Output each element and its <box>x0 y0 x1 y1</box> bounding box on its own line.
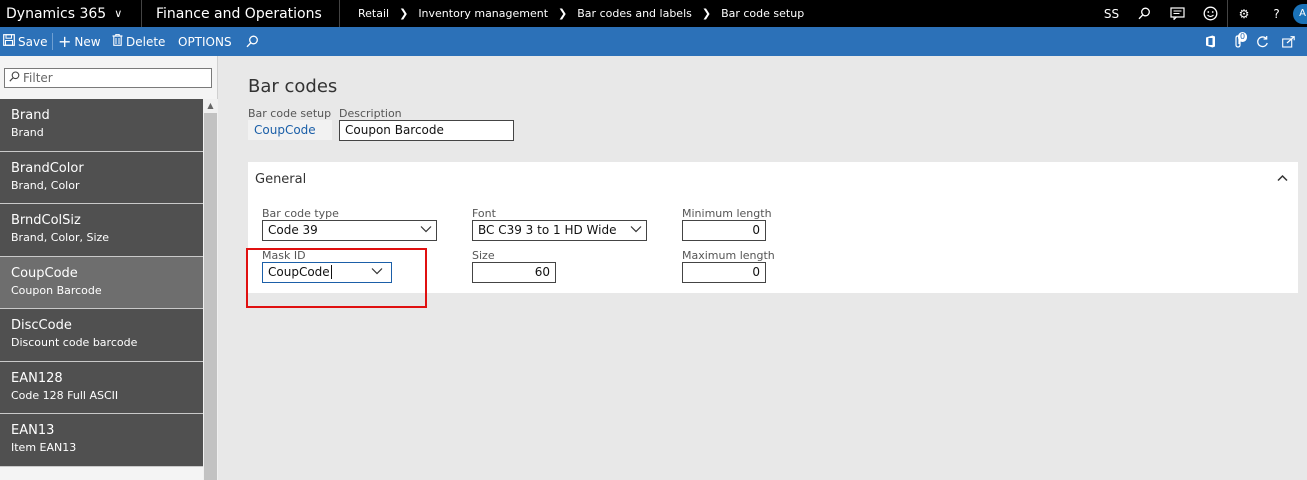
save-label: Save <box>18 34 48 49</box>
list-item-title: BrandColor <box>11 160 84 176</box>
description-field[interactable]: Coupon Barcode <box>339 120 514 141</box>
general-header[interactable]: General <box>255 172 306 187</box>
attachment-icon[interactable]: 0 <box>1228 27 1248 56</box>
delete-label: Delete <box>126 34 166 49</box>
breadcrumb-item[interactable]: Bar code setup <box>721 7 804 20</box>
smiley-feedback-icon[interactable] <box>1194 0 1227 27</box>
list-item-subtitle: Code 128 Full ASCII <box>11 388 119 402</box>
list-item[interactable]: DiscCode Discount code barcode <box>0 309 203 362</box>
size-label: Size <box>472 249 495 262</box>
chevron-down-icon: ∨ <box>114 7 123 20</box>
list-item[interactable]: EAN13 Item EAN13 <box>0 414 203 467</box>
breadcrumb-item[interactable]: Retail <box>358 7 389 20</box>
list-item-title: CoupCode <box>11 265 78 281</box>
refresh-icon[interactable] <box>1252 27 1272 56</box>
app-name[interactable]: Finance and Operations <box>142 0 340 27</box>
options-button[interactable]: OPTIONS <box>178 27 232 56</box>
page-title: Bar codes <box>248 76 338 97</box>
font-value: BC C39 3 to 1 HD Wide <box>478 223 617 237</box>
list-item-subtitle: Discount code barcode <box>11 336 138 349</box>
list-pane: Filter Brand Brand BrandColor Brand, Col… <box>0 56 218 480</box>
barcode-type-dropdown[interactable]: Code 39 <box>262 220 437 241</box>
list-item-title: Brand <box>11 108 50 123</box>
maximum-length-field[interactable]: 0 <box>682 262 766 283</box>
minimum-length-label: Minimum length <box>682 207 772 220</box>
description-label: Description <box>339 107 402 120</box>
list-item[interactable]: Brand Brand <box>0 99 203 152</box>
gear-icon[interactable]: ⚙ <box>1227 0 1260 27</box>
font-label: Font <box>472 207 496 220</box>
chevron-up-icon[interactable] <box>1277 171 1288 185</box>
list-item-title: DiscCode <box>11 318 72 333</box>
details-pane: Bar codes Bar code setup CoupCode Descri… <box>219 56 1307 480</box>
search-icon <box>9 71 20 85</box>
new-label: New <box>74 34 101 49</box>
breadcrumb: Retail ❯ Inventory management ❯ Bar code… <box>358 0 804 27</box>
topbar-actions: SS ⚙ ? A <box>1095 0 1307 27</box>
barcode-type-label: Bar code type <box>262 207 339 220</box>
scrollbar-thumb[interactable] <box>204 113 217 480</box>
search-icon[interactable] <box>246 27 259 56</box>
list-item[interactable]: BrndColSiz Brand, Color, Size <box>0 204 203 257</box>
chevron-down-icon <box>630 221 642 240</box>
top-navigation-bar: Dynamics 365 ∨ Finance and Operations Re… <box>0 0 1307 27</box>
list-item[interactable]: EAN128 Code 128 Full ASCII <box>0 361 203 414</box>
size-field[interactable]: 60 <box>472 262 556 283</box>
font-dropdown[interactable]: BC C39 3 to 1 HD Wide <box>472 220 647 241</box>
list-item-subtitle: Brand <box>11 126 44 139</box>
open-in-new-window-icon[interactable] <box>1278 27 1298 56</box>
barcode-list: Brand Brand BrandColor Brand, Color Brnd… <box>0 99 203 467</box>
chevron-right-icon: ❯ <box>399 7 409 20</box>
message-icon[interactable] <box>1161 0 1194 27</box>
list-item-subtitle: Coupon Barcode <box>11 283 102 297</box>
filter-placeholder: Filter <box>23 71 53 85</box>
trash-icon <box>112 33 123 49</box>
list-item-title: EAN128 <box>11 370 63 386</box>
filter-input[interactable]: Filter <box>4 68 212 88</box>
action-pane: Save + New Delete OPTIONS 0 <box>0 27 1307 56</box>
list-scrollbar[interactable]: ▲ <box>203 99 218 480</box>
breadcrumb-item[interactable]: Bar codes and labels <box>577 7 692 20</box>
chevron-down-icon <box>420 221 432 240</box>
barcode-type-value: Code 39 <box>268 223 318 237</box>
chevron-right-icon: ❯ <box>558 7 568 20</box>
list-item-title: EAN13 <box>11 423 55 438</box>
list-item-subtitle: Item EAN13 <box>11 441 77 454</box>
chevron-right-icon: ❯ <box>701 7 712 20</box>
help-icon[interactable]: ? <box>1260 0 1293 27</box>
office-icon[interactable] <box>1200 27 1220 56</box>
save-icon <box>3 34 15 49</box>
list-item-selected[interactable]: CoupCode Coupon Barcode <box>0 256 203 309</box>
maximum-length-label: Maximum length <box>682 249 775 262</box>
minimum-length-field[interactable]: 0 <box>682 220 766 241</box>
divider <box>52 33 53 50</box>
delete-button[interactable]: Delete <box>112 27 165 56</box>
highlight-box <box>246 248 427 308</box>
barcode-setup-field[interactable]: CoupCode <box>248 120 332 140</box>
barcode-setup-label: Bar code setup <box>248 107 332 120</box>
product-name: Dynamics 365 <box>6 5 107 22</box>
list-item[interactable]: BrandColor Brand, Color <box>0 151 203 204</box>
notification-badge: 0 <box>1238 32 1248 42</box>
list-item-subtitle: Brand, Color <box>11 178 80 192</box>
new-button[interactable]: + New <box>58 27 101 56</box>
product-switcher[interactable]: Dynamics 365 ∨ <box>0 0 142 27</box>
breadcrumb-item[interactable]: Inventory management <box>418 7 548 20</box>
save-button[interactable]: Save <box>3 27 47 56</box>
list-item-subtitle: Brand, Color, Size <box>11 231 110 244</box>
plus-icon: + <box>58 32 72 51</box>
list-item-title: BrndColSiz <box>11 213 81 228</box>
search-icon[interactable] <box>1128 0 1161 27</box>
company-picker[interactable]: SS <box>1095 0 1128 27</box>
scroll-up-icon[interactable]: ▲ <box>205 99 216 112</box>
avatar[interactable]: A <box>1293 3 1307 24</box>
